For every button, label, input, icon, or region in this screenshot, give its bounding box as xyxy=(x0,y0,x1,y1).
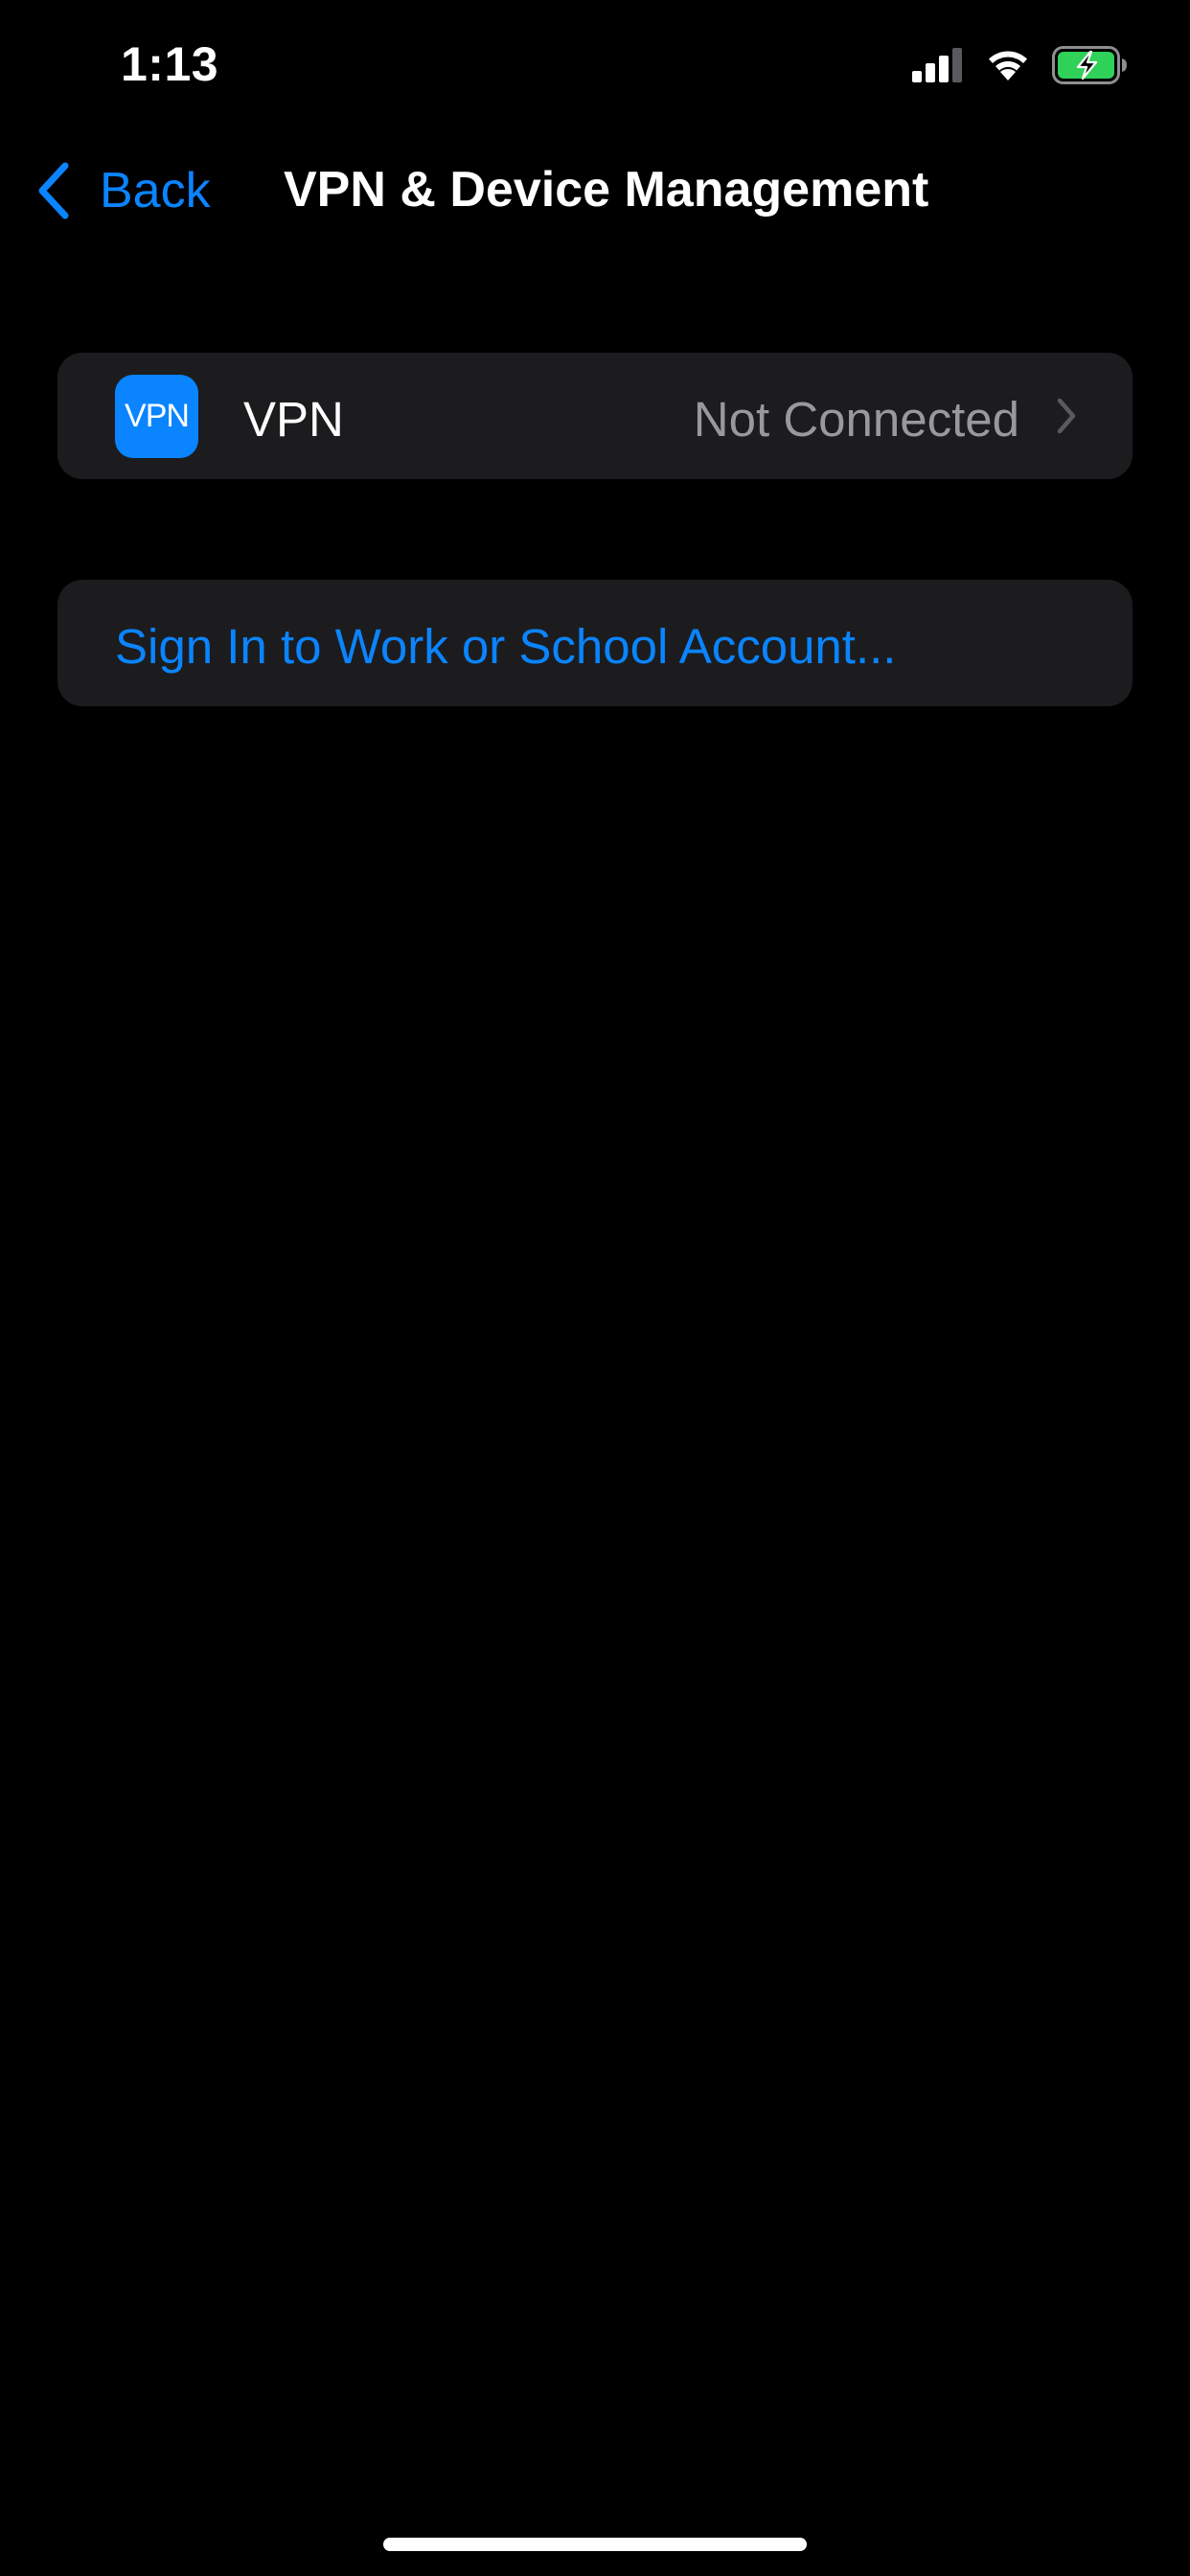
home-indicator[interactable] xyxy=(383,2538,807,2551)
status-time: 1:13 xyxy=(121,37,219,91)
battery-charging-icon xyxy=(1052,46,1127,84)
account-group: Sign In to Work or School Account... xyxy=(57,580,1133,706)
status-icons xyxy=(912,42,1129,88)
back-label: Back xyxy=(100,163,211,218)
cellular-signal-icon xyxy=(912,48,962,82)
sign-in-work-school-account-button[interactable]: Sign In to Work or School Account... xyxy=(57,580,1133,706)
back-button[interactable]: Back xyxy=(34,157,211,224)
vpn-icon: VPN xyxy=(115,375,198,458)
vpn-row[interactable]: VPN VPN Not Connected xyxy=(57,353,1133,479)
vpn-group: VPN VPN Not Connected xyxy=(57,353,1133,479)
vpn-label: VPN xyxy=(243,392,344,447)
chevron-left-icon xyxy=(38,162,69,219)
vpn-badge-text: VPN xyxy=(125,398,190,434)
chevron-right-icon xyxy=(1057,398,1076,434)
wifi-icon xyxy=(989,51,1027,80)
nav-bar: Back VPN & Device Management xyxy=(0,144,1190,240)
sign-in-label: Sign In to Work or School Account... xyxy=(115,619,897,674)
status-bar: 1:13 xyxy=(0,0,1190,134)
vpn-status: Not Connected xyxy=(693,392,1019,447)
page-title: VPN & Device Management xyxy=(284,162,929,218)
